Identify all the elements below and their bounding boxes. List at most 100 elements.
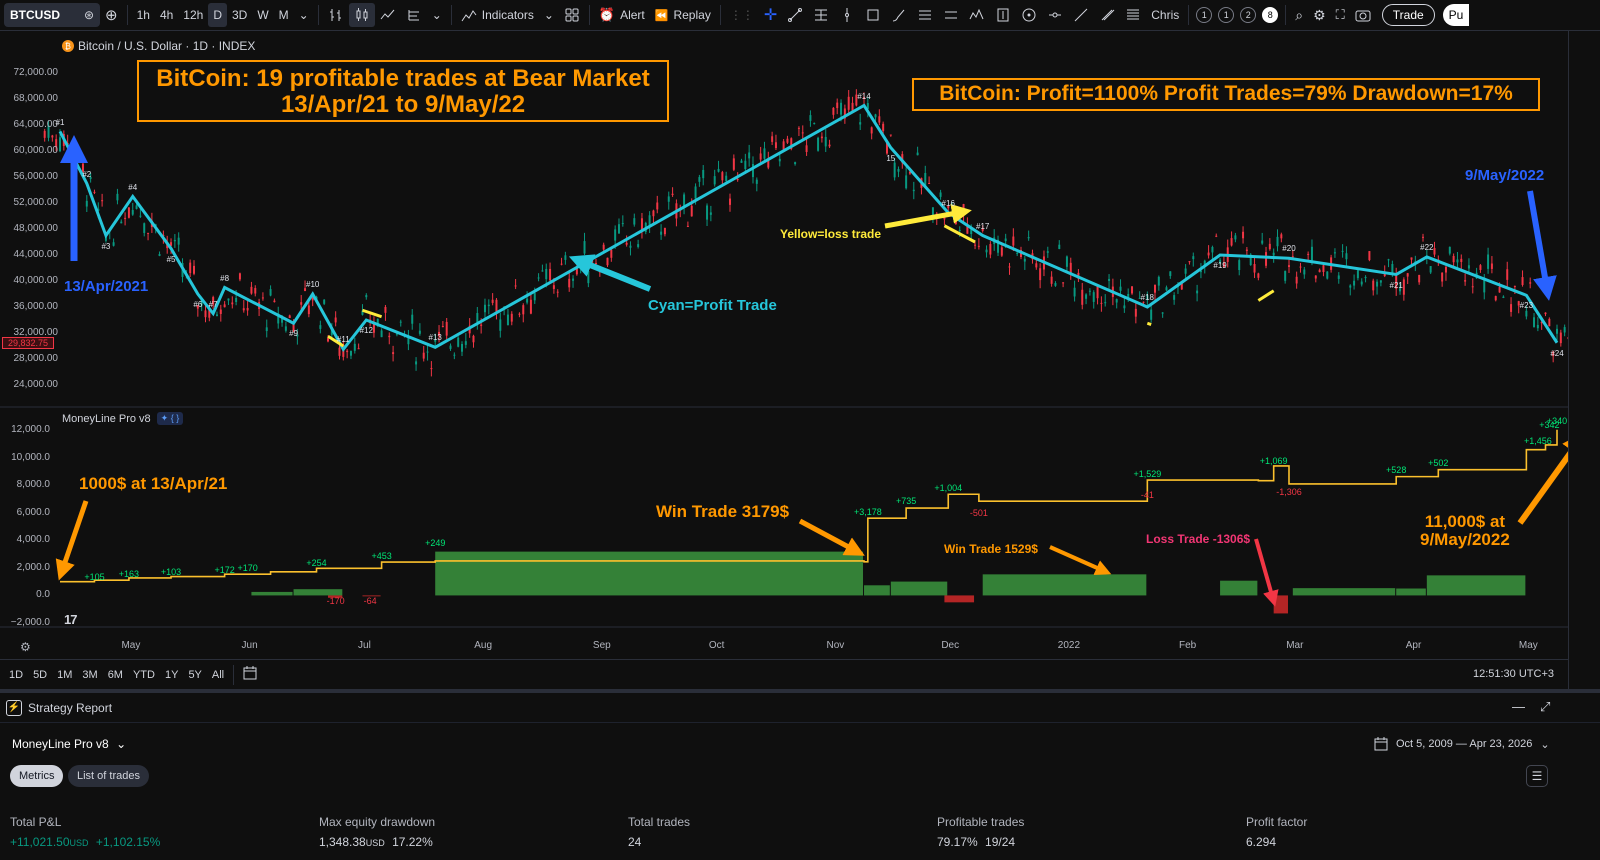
bar-chart-icon[interactable]: [323, 3, 349, 27]
candle-body: [671, 193, 674, 195]
replay-button[interactable]: ⏪ Replay: [650, 3, 716, 27]
tab-metrics[interactable]: Metrics: [10, 765, 64, 787]
eraser-icon[interactable]: [1094, 3, 1120, 27]
publish-button[interactable]: Pu: [1442, 4, 1470, 26]
range-1d[interactable]: 1D: [4, 669, 28, 681]
candle-body: [449, 345, 452, 349]
candle-body: [805, 145, 808, 152]
layout-1-button[interactable]: 1: [1196, 7, 1213, 23]
candle-body: [307, 305, 310, 315]
candle-body: [954, 219, 957, 224]
candle-body: [1092, 292, 1095, 302]
range-5y[interactable]: 5Y: [183, 669, 206, 681]
calendar-icon[interactable]: [238, 666, 262, 683]
line-chart-icon[interactable]: [375, 3, 401, 27]
vertical-line-icon[interactable]: [834, 3, 860, 27]
minimize-icon[interactable]: —: [1512, 699, 1525, 714]
layout-4-button[interactable]: 8: [1262, 7, 1279, 23]
range-ytd[interactable]: YTD: [128, 669, 160, 681]
pattern-icon[interactable]: [964, 3, 990, 27]
text-lines-icon[interactable]: [912, 3, 938, 27]
indicators-button[interactable]: Indicators: [456, 3, 539, 27]
chart-area[interactable]: ₿ Bitcoin / U.S. Dollar · 1D · INDEX Mon…: [0, 31, 1568, 659]
fib-icon[interactable]: [808, 3, 834, 27]
fullscreen-icon[interactable]: ⛶: [1331, 3, 1350, 27]
candle-body: [771, 136, 774, 142]
settings-icon[interactable]: ⚙: [20, 640, 31, 654]
tradingview-logo[interactable]: 17: [64, 612, 78, 627]
settings-icon[interactable]: ⚙: [1308, 3, 1331, 27]
layout-2-button[interactable]: 1: [1218, 7, 1235, 23]
candle-body: [1341, 250, 1344, 252]
ruler-icon[interactable]: [1068, 3, 1094, 27]
pnl-value-label: +735: [895, 495, 917, 506]
interval-w[interactable]: W: [252, 3, 273, 27]
report-title[interactable]: Strategy Report: [28, 701, 112, 715]
alert-button[interactable]: ⏰ Alert: [594, 3, 650, 27]
chevron-down-icon[interactable]: ⌄: [539, 3, 559, 27]
candle-body: [1410, 257, 1413, 260]
camera-icon[interactable]: [1350, 3, 1376, 27]
trend-line-icon[interactable]: [782, 3, 808, 27]
clock[interactable]: 12:51:30 UTC+3: [1473, 668, 1554, 680]
tab-list-of-trades[interactable]: List of trades: [68, 765, 149, 787]
chevron-down-icon[interactable]: ⌄: [294, 3, 314, 27]
list-view-icon[interactable]: ☰: [1526, 765, 1548, 787]
user-button[interactable]: Chris: [1146, 3, 1184, 27]
chart-canvas[interactable]: [0, 31, 1568, 659]
chevron-down-icon[interactable]: ⌄: [427, 3, 447, 27]
drag-handle-icon[interactable]: ⋮⋮: [725, 3, 759, 27]
date-range-selector[interactable]: Oct 5, 2009 — Apr 23, 2026 ⌄: [1374, 737, 1550, 751]
candle-body: [522, 305, 525, 315]
search-icon[interactable]: ⌕: [1290, 3, 1308, 27]
indicator-legend[interactable]: MoneyLine Pro v8 ✦ { }: [62, 412, 184, 425]
interval-3d[interactable]: 3D: [227, 3, 252, 27]
measure-icon[interactable]: [1042, 3, 1068, 27]
price-range-icon[interactable]: [990, 3, 1016, 27]
candle-body: [380, 330, 383, 338]
candle-body: [346, 350, 349, 353]
range-all[interactable]: All: [207, 669, 229, 681]
parallel-channel-icon[interactable]: [938, 3, 964, 27]
code-icon[interactable]: ✦ { }: [156, 412, 184, 425]
time-tick-label: Apr: [1405, 640, 1422, 651]
maximize-icon[interactable]: ⤢: [1540, 699, 1550, 715]
range-6m[interactable]: 6M: [103, 669, 128, 681]
candle-body: [1188, 261, 1191, 263]
candle-body: [1314, 275, 1317, 279]
range-5d[interactable]: 5D: [28, 669, 52, 681]
crosshair-icon[interactable]: ✛: [759, 3, 782, 27]
candle-body: [698, 177, 701, 182]
symbol-search[interactable]: BTCUSD ⊛: [4, 3, 100, 27]
interval-12h[interactable]: 12h: [178, 3, 208, 27]
loss-bar: [1273, 595, 1288, 614]
layout-3-button[interactable]: 2: [1240, 7, 1257, 23]
interval-4h[interactable]: 4h: [155, 3, 178, 27]
last-price-tag: 29,832.75: [2, 337, 54, 349]
interval-d[interactable]: D: [208, 3, 227, 27]
range-3m[interactable]: 3M: [77, 669, 102, 681]
end-date-note: 9/May/2022: [1465, 167, 1545, 184]
object-tree-icon[interactable]: [1120, 3, 1146, 27]
brush-icon[interactable]: [886, 3, 912, 27]
add-symbol-icon[interactable]: ⊕: [100, 3, 123, 27]
time-tick-label: Jun: [241, 640, 258, 651]
interval-1h[interactable]: 1h: [132, 3, 155, 27]
candle-body: [1027, 237, 1030, 239]
candle-body: [1559, 332, 1562, 344]
interval-m[interactable]: M: [274, 3, 294, 27]
rectangle-icon[interactable]: [860, 3, 886, 27]
loss-trade-segment: [361, 308, 383, 319]
chart-legend[interactable]: ₿ Bitcoin / U.S. Dollar · 1D · INDEX: [62, 39, 255, 53]
templates-icon[interactable]: [559, 3, 585, 27]
range-1m[interactable]: 1M: [52, 669, 77, 681]
chart-type-menu-icon[interactable]: [401, 3, 427, 27]
emoji-icon[interactable]: [1016, 3, 1042, 27]
candles-icon[interactable]: [348, 3, 375, 27]
trade-button[interactable]: Trade: [1381, 4, 1435, 26]
candle-body: [824, 136, 827, 147]
range-1y[interactable]: 1Y: [160, 669, 183, 681]
strategy-selector[interactable]: MoneyLine Pro v8 ⌄: [12, 737, 126, 751]
candle-body: [223, 304, 226, 308]
compare-icon[interactable]: ⊛: [84, 8, 94, 22]
